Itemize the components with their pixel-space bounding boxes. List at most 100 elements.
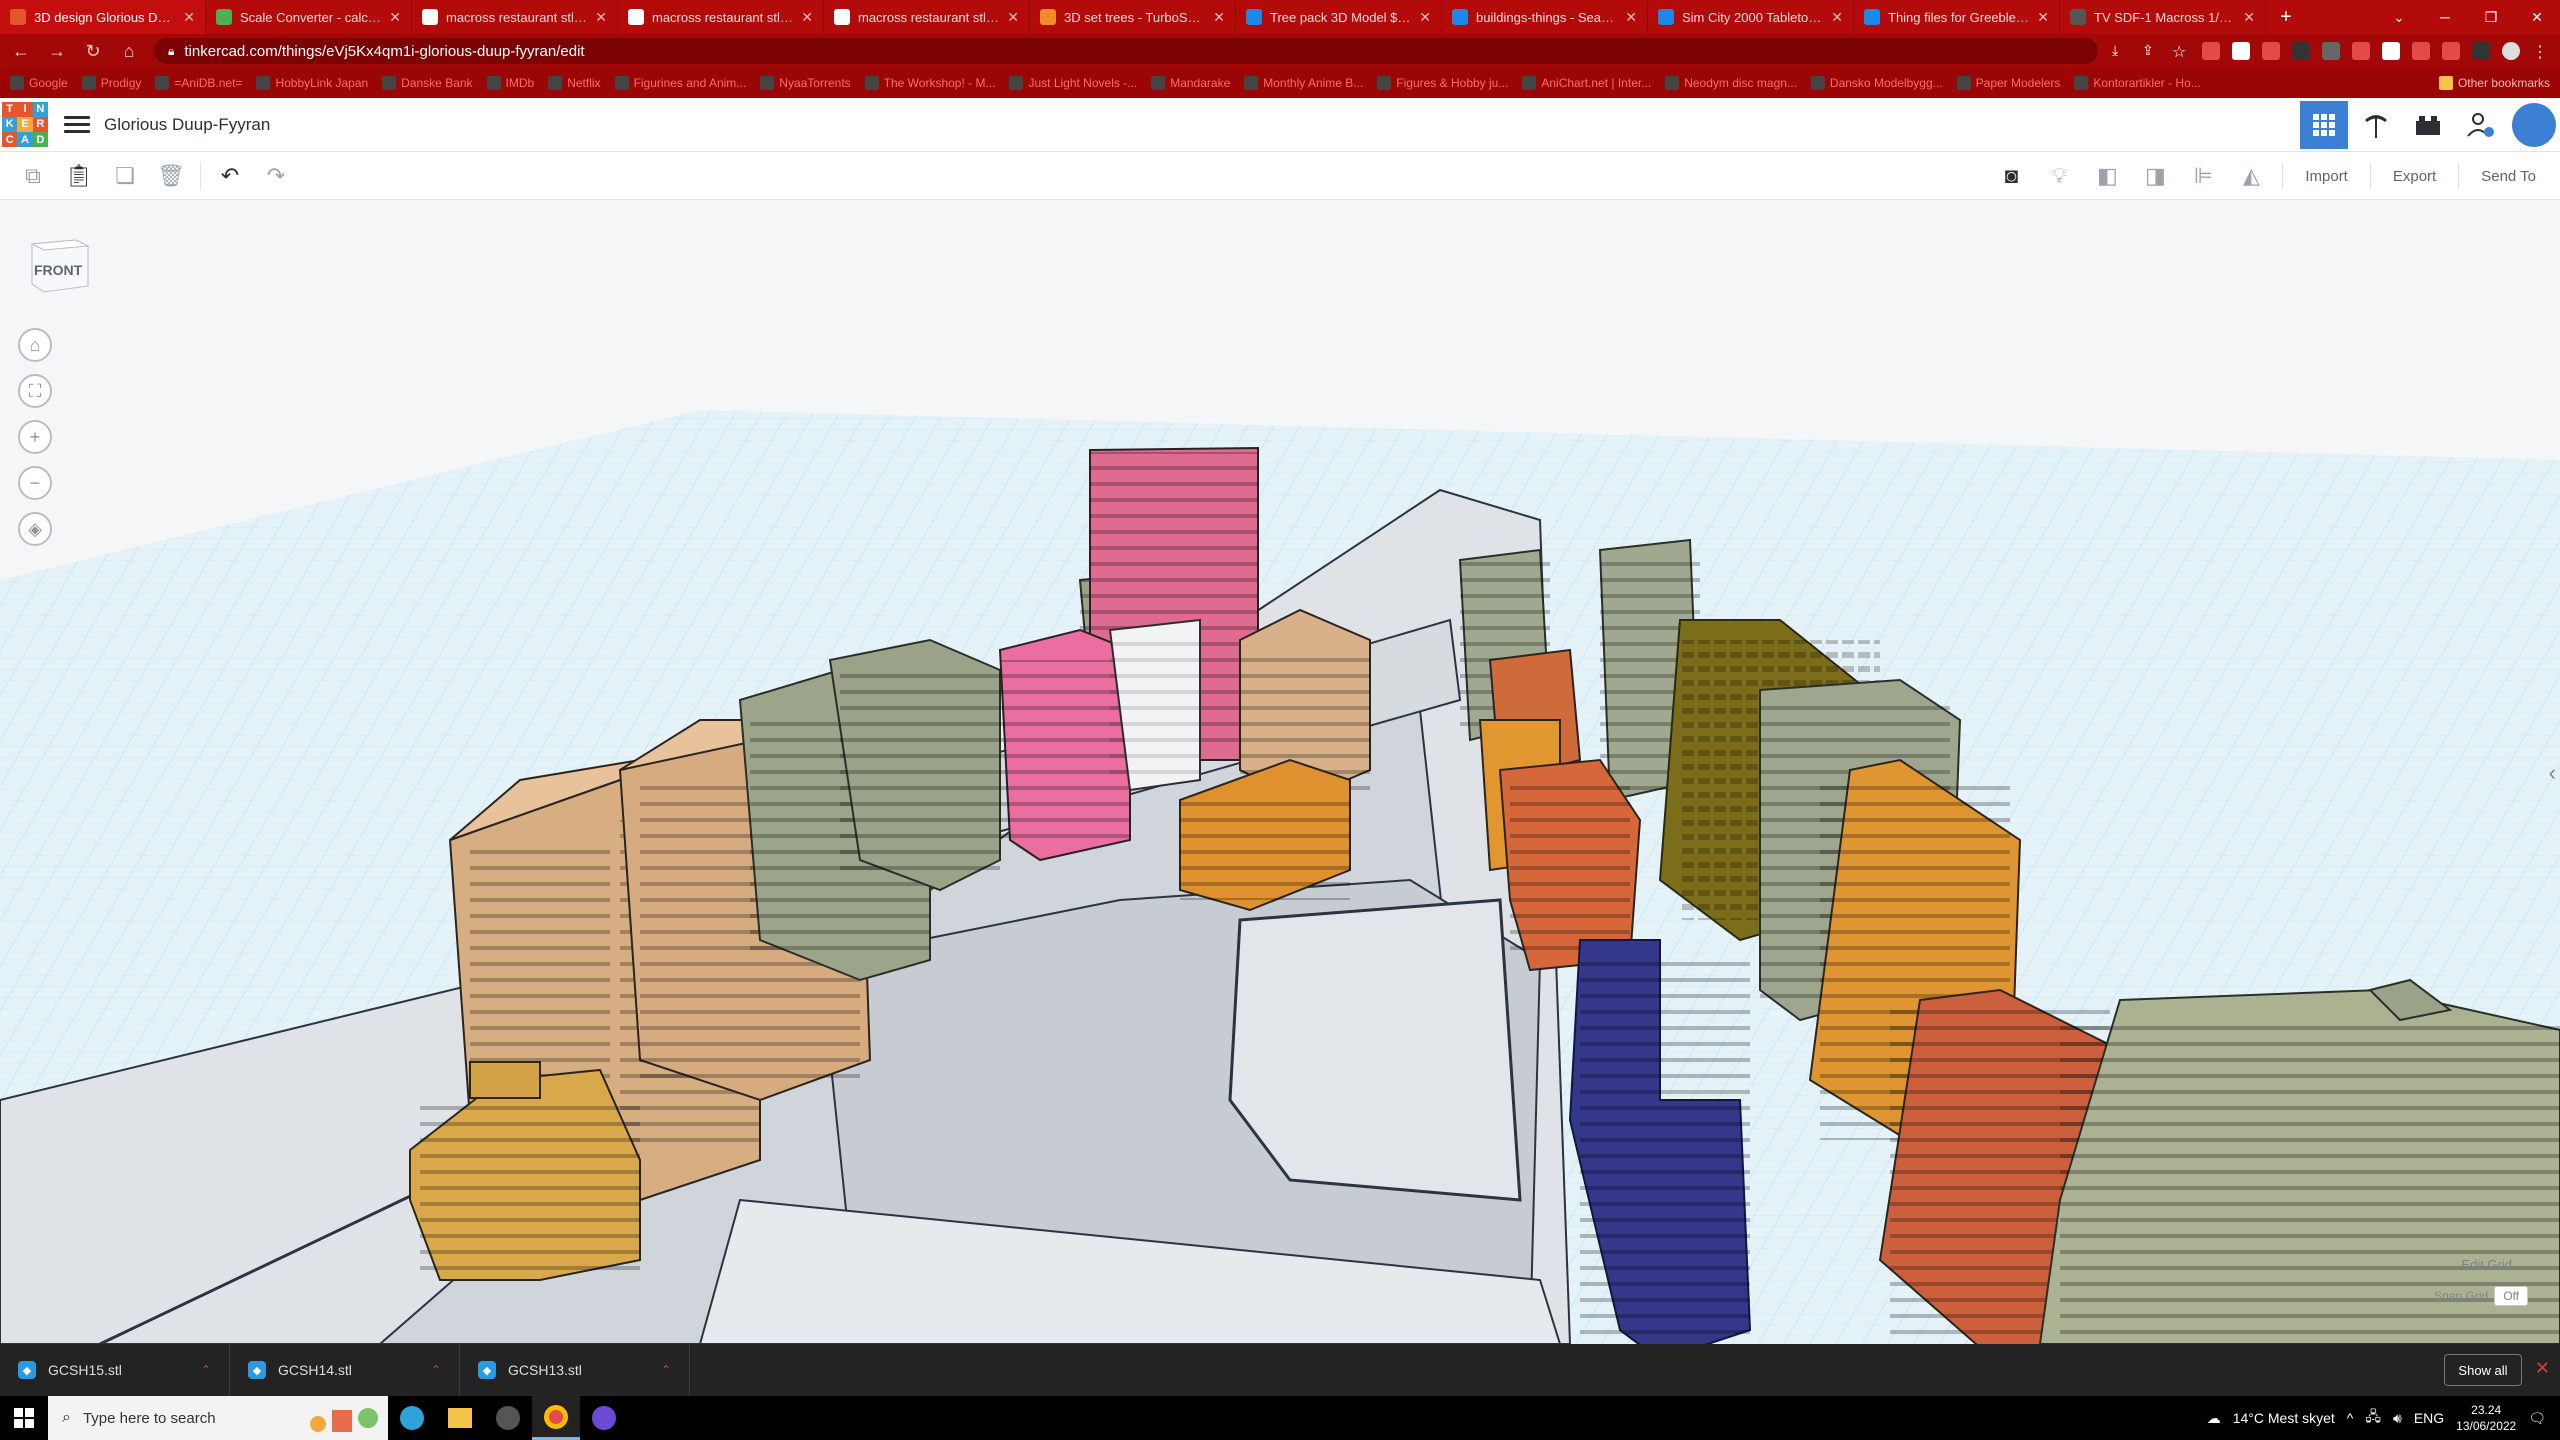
- browser-tab[interactable]: Tree pack 3D Model $5 - .max ✕: [1236, 0, 1442, 34]
- sidebar-icon[interactable]: [2472, 42, 2490, 60]
- bookmark-item[interactable]: Netflix: [548, 76, 601, 90]
- reload-icon[interactable]: ↻: [82, 41, 104, 62]
- forward-icon[interactable]: →: [46, 41, 68, 62]
- perspective-icon[interactable]: ◈: [18, 512, 52, 546]
- chevron-up-icon[interactable]: ⌃: [431, 1363, 441, 1377]
- download-item[interactable]: ◆ GCSH13.stl ⌃: [460, 1344, 690, 1396]
- home-view-icon[interactable]: ⌂: [18, 328, 52, 362]
- browser-tab[interactable]: Sim City 2000 Tabletop Playset ✕: [1648, 0, 1854, 34]
- notification-icon[interactable]: 🗨︎: [2528, 1410, 2546, 1427]
- bookmark-item[interactable]: NyaaTorrents: [760, 76, 851, 90]
- bookmark-item[interactable]: Paper Modelers: [1956, 76, 2060, 90]
- download-item[interactable]: ◆ GCSH14.stl ⌃: [230, 1344, 460, 1396]
- zoom-out-icon[interactable]: −: [18, 466, 52, 500]
- redo-icon[interactable]: ↷: [253, 156, 299, 196]
- bricks-view-button[interactable]: [2404, 101, 2452, 149]
- taskbar-chrome[interactable]: [532, 1396, 580, 1440]
- home-icon[interactable]: ⌂: [118, 41, 140, 62]
- building-gray-2[interactable]: [828, 638, 1001, 892]
- copy-icon[interactable]: ⧉: [10, 156, 56, 196]
- show-all-downloads-button[interactable]: Show all: [2444, 1354, 2522, 1386]
- extension-icon[interactable]: [2382, 42, 2400, 60]
- browser-tab[interactable]: Thing files for GreebleCity ✕: [1854, 0, 2060, 34]
- browser-tab[interactable]: 3D design Glorious Duup-Fyyran | Tinkerc…: [0, 0, 206, 34]
- restore-button[interactable]: ❐: [2468, 0, 2514, 34]
- ungroup-icon[interactable]: ◨: [2132, 156, 2178, 196]
- extension-icon[interactable]: [2412, 42, 2430, 60]
- download-item[interactable]: ◆ GCSH15.stl ⌃: [0, 1344, 230, 1396]
- export-button[interactable]: Export: [2379, 156, 2450, 196]
- bookmark-item[interactable]: Google: [10, 76, 68, 90]
- taskbar-steam[interactable]: [484, 1396, 532, 1440]
- profile-icon[interactable]: [2502, 42, 2520, 60]
- user-avatar[interactable]: [2512, 103, 2556, 147]
- close-window-button[interactable]: ✕: [2514, 0, 2560, 34]
- browser-tab[interactable]: 3D set trees - TurboSquid ✕: [1030, 0, 1236, 34]
- align-icon[interactable]: ⊫: [2180, 156, 2226, 196]
- extension-icon[interactable]: [2202, 42, 2220, 60]
- language-indicator[interactable]: ENG: [2414, 1410, 2444, 1426]
- browser-tab[interactable]: TV SDF-1 Macross 1/1000 ✕: [2060, 0, 2266, 34]
- workplane-canvas[interactable]: FRONT ⌂ ⛶ + − ◈ ‹ Edit Grid Snap Grid Of…: [0, 200, 2560, 1344]
- chevron-up-icon[interactable]: ⌃: [201, 1363, 211, 1377]
- tab-close-icon[interactable]: ✕: [1419, 9, 1431, 26]
- invite-user-button[interactable]: [2456, 101, 2504, 149]
- design-menu-icon[interactable]: [64, 112, 90, 138]
- extension-icon[interactable]: [2292, 42, 2310, 60]
- building-white[interactable]: [1108, 618, 1201, 792]
- extension-icon[interactable]: [2232, 42, 2250, 60]
- tab-close-icon[interactable]: ✕: [389, 9, 401, 26]
- extension-icon[interactable]: [2352, 42, 2370, 60]
- clock[interactable]: 23.24 13/06/2022: [2456, 1402, 2516, 1434]
- undo-icon[interactable]: ↶: [207, 156, 253, 196]
- chevron-up-icon[interactable]: ⌃: [661, 1363, 671, 1377]
- view-cube[interactable]: FRONT: [26, 230, 94, 300]
- url-field[interactable]: 🔒︎ tinkercad.com/things/eVj5Kx4qm1i-glor…: [154, 38, 2098, 64]
- other-bookmarks[interactable]: Other bookmarks: [2438, 76, 2550, 90]
- browser-tab[interactable]: buildings-things - Search ✕: [1442, 0, 1648, 34]
- duplicate-icon[interactable]: ❏: [102, 156, 148, 196]
- bookmark-item[interactable]: HobbyLink Japan: [256, 76, 368, 90]
- extension-icon[interactable]: [2322, 42, 2340, 60]
- mirror-icon[interactable]: ◭: [2228, 156, 2274, 196]
- tab-close-icon[interactable]: ✕: [1625, 9, 1637, 26]
- paste-icon[interactable]: 📋︎: [56, 156, 102, 196]
- tray-chevron-icon[interactable]: ^: [2347, 1410, 2354, 1426]
- scene-3d[interactable]: [0, 200, 2560, 1344]
- delete-icon[interactable]: 🗑︎: [148, 156, 194, 196]
- browser-tab[interactable]: Scale Converter - calculator ✕: [206, 0, 412, 34]
- edit-grid-button[interactable]: Edit Grid: [2461, 1257, 2512, 1272]
- bookmark-item[interactable]: Just Light Novels -...: [1009, 76, 1137, 90]
- minimize-button[interactable]: ─: [2422, 0, 2468, 34]
- close-downloads-icon[interactable]: ✕: [2535, 1358, 2550, 1379]
- snap-grid-select[interactable]: Off: [2494, 1286, 2528, 1306]
- weather-text[interactable]: 14°C Mest skyet: [2233, 1410, 2335, 1426]
- bookmark-item[interactable]: Mandarake: [1151, 76, 1230, 90]
- bookmark-item[interactable]: The Workshop! - M...: [864, 76, 995, 90]
- star-icon[interactable]: ☆: [2172, 42, 2190, 61]
- blocks-view-button[interactable]: [2352, 101, 2400, 149]
- building-blue[interactable]: [1568, 939, 1752, 1344]
- tab-search-icon[interactable]: ⌄: [2376, 0, 2422, 34]
- taskbar-app[interactable]: [580, 1396, 628, 1440]
- tab-close-icon[interactable]: ✕: [801, 9, 813, 26]
- bookmark-item[interactable]: IMDb: [486, 76, 534, 90]
- share-icon[interactable]: ⇪: [2142, 42, 2160, 60]
- puzzle-icon[interactable]: [2442, 42, 2460, 60]
- bookmark-item[interactable]: =AniDB.net=: [155, 76, 242, 90]
- import-button[interactable]: Import: [2291, 156, 2362, 196]
- download-icon[interactable]: ⤓: [2112, 42, 2130, 60]
- zoom-in-icon[interactable]: +: [18, 420, 52, 454]
- tab-close-icon[interactable]: ✕: [1831, 9, 1843, 26]
- tinkercad-logo[interactable]: TINKERCAD: [2, 101, 48, 148]
- bookmark-item[interactable]: Neodym disc magn...: [1665, 76, 1797, 90]
- bookmark-item[interactable]: Figurines and Anim...: [614, 76, 746, 90]
- bookmark-item[interactable]: Dansko Modelbygg...: [1810, 76, 1943, 90]
- browser-tab[interactable]: macross restaurant stl - Google ✕: [618, 0, 824, 34]
- back-icon[interactable]: ←: [10, 41, 32, 62]
- bookmark-item[interactable]: AniChart.net | Inter...: [1522, 76, 1651, 90]
- taskbar-search[interactable]: ⌕ Type here to search: [48, 1396, 388, 1440]
- speaker-icon[interactable]: 🔊︎: [2393, 1410, 2402, 1427]
- taskbar-file-explorer[interactable]: [436, 1396, 484, 1440]
- tab-close-icon[interactable]: ✕: [2037, 9, 2049, 26]
